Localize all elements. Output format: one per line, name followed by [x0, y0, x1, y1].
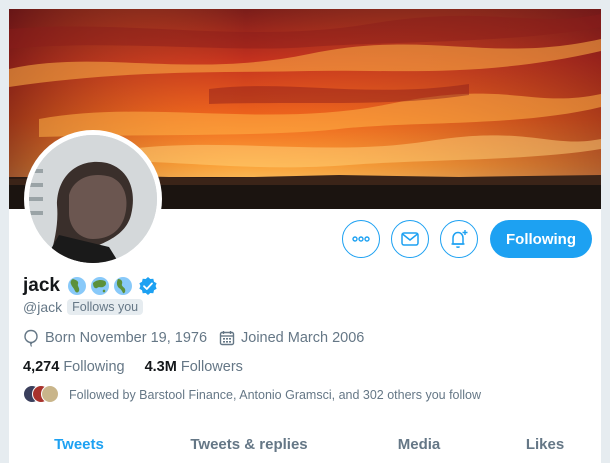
profile-tabs: Tweets Tweets & replies Media Likes — [9, 429, 601, 463]
calendar-icon — [219, 331, 235, 346]
birthdate-text: Born November 19, 1976 — [45, 330, 208, 346]
profile-handle: @jack — [23, 299, 63, 315]
profile-stats: 4,274 Following 4.3M Followers — [23, 359, 263, 375]
message-button[interactable] — [391, 220, 430, 258]
notifications-button[interactable] — [440, 220, 479, 258]
balloon-icon — [24, 329, 38, 347]
envelope-icon — [401, 232, 419, 246]
followers-count: 4.3M — [144, 359, 177, 375]
profile-handle-row: @jack Follows you — [23, 299, 144, 315]
followed-by-text: Followed by Barstool Finance, Antonio Gr… — [69, 388, 482, 402]
followers-stat[interactable]: 4.3M Followers — [145, 359, 243, 375]
profile-actions: Following — [331, 220, 592, 258]
profile-meta: Born November 19, 1976 Joined March 2006 — [23, 329, 376, 347]
profile-name-row: jack — [23, 273, 158, 299]
more-icon — [352, 236, 370, 242]
join-date: Joined March 2006 — [219, 330, 364, 346]
profile-name: jack — [23, 275, 60, 296]
globe-africa-icon — [67, 277, 86, 295]
bell-plus-icon — [451, 230, 468, 248]
following-label: Following — [63, 359, 125, 375]
followed-by-row[interactable]: Followed by Barstool Finance, Antonio Gr… — [23, 385, 481, 405]
following-count: 4,274 — [23, 359, 60, 375]
tab-tweets-replies[interactable]: Tweets & replies — [149, 429, 349, 459]
follows-you-badge: Follows you — [67, 299, 144, 315]
mini-avatar — [41, 385, 59, 403]
profile-avatar[interactable] — [24, 130, 162, 268]
avatar-photo — [29, 135, 157, 263]
following-button[interactable]: Following — [490, 220, 592, 258]
following-stat[interactable]: 4,274 Following — [23, 359, 125, 375]
profile-card: Following jack @jack Follows you Born No… — [9, 9, 601, 463]
globe-asia-icon — [90, 277, 109, 295]
verified-badge-icon — [139, 277, 157, 295]
birthdate: Born November 19, 1976 — [23, 329, 207, 347]
more-button[interactable] — [342, 220, 381, 258]
tab-likes[interactable]: Likes — [489, 429, 601, 459]
tab-media[interactable]: Media — [349, 429, 489, 459]
join-date-text: Joined March 2006 — [241, 330, 365, 346]
followed-by-avatars — [23, 385, 59, 405]
globe-americas-icon — [113, 277, 132, 295]
tab-tweets[interactable]: Tweets — [9, 429, 149, 459]
followers-label: Followers — [180, 359, 243, 375]
